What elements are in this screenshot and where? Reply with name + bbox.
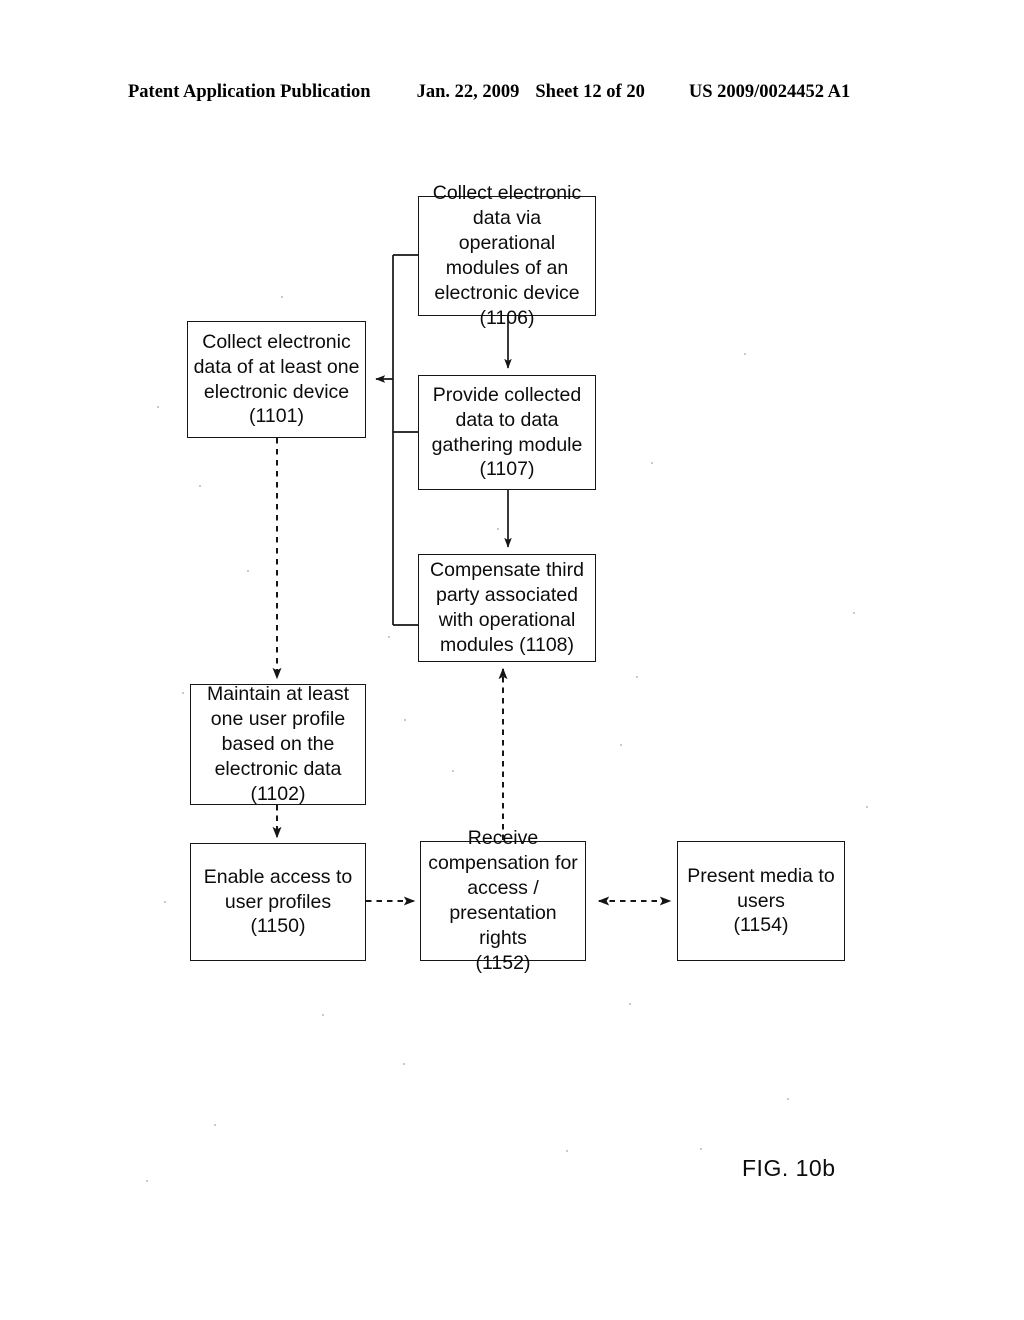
header-publication-label: Patent Application Publication <box>128 82 371 102</box>
patent-page: Patent Application Publication Jan. 22, … <box>0 0 1024 1320</box>
header-sheet-label: Sheet 12 of 20 <box>535 82 645 102</box>
scan-speck <box>404 719 406 721</box>
scan-speck <box>700 1148 702 1150</box>
connector-bus-to-1101 <box>375 254 418 626</box>
scan-speck <box>403 1063 405 1065</box>
scan-speck <box>636 676 638 678</box>
flowchart-box-1152: Receive compensation for access / presen… <box>420 827 586 974</box>
header-date-label: Jan. 22, 2009 <box>416 82 520 102</box>
scan-speck <box>866 806 868 808</box>
scan-speck <box>164 901 166 903</box>
flowchart-box-1107: Provide collected data to data gathering… <box>418 375 596 490</box>
scan-speck <box>497 528 499 530</box>
scan-speck <box>199 485 201 487</box>
scan-speck <box>214 1124 216 1126</box>
scan-speck <box>744 353 746 355</box>
flowchart-box-1150: Enable access to user profiles (1150) <box>190 843 366 961</box>
scan-speck <box>651 462 653 464</box>
scan-speck <box>322 1014 324 1016</box>
flowchart-box-1101: Collect electronic data of at least one … <box>187 321 366 438</box>
scan-speck <box>182 692 184 694</box>
scan-speck <box>157 406 159 408</box>
header-publication-number: US 2009/0024452 A1 <box>688 82 851 102</box>
page-header: Patent Application Publication Jan. 22, … <box>128 82 896 112</box>
scan-speck <box>281 296 283 298</box>
scan-speck <box>247 570 249 572</box>
scan-speck <box>388 636 390 638</box>
scan-speck <box>146 1180 148 1182</box>
flowchart-box-1106: Collect electronic data via operational … <box>418 182 596 329</box>
scan-speck <box>566 1150 568 1152</box>
scan-speck <box>629 1003 631 1005</box>
scan-speck <box>452 770 454 772</box>
flowchart-box-1108: Compensate third party associated with o… <box>418 554 596 662</box>
flowchart-box-1154: Present media to users (1154) <box>677 841 845 961</box>
scan-speck <box>853 612 855 614</box>
figure-caption: FIG. 10b <box>742 1155 836 1181</box>
scan-speck <box>620 744 622 746</box>
scan-speck <box>787 1098 789 1100</box>
flowchart-box-1102: Maintain at least one user profile based… <box>190 683 366 805</box>
